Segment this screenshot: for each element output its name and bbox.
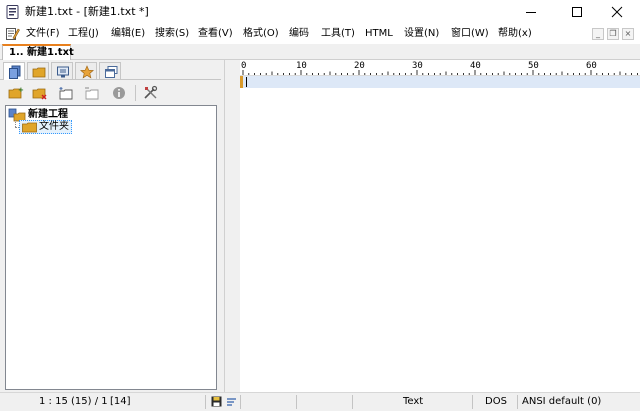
menu-search[interactable]: 搜索(S) [155,27,189,41]
project-tree[interactable]: 新建工程 文件夹 [5,105,217,390]
minimize-icon [526,12,536,13]
menu-settings[interactable]: 设置(N) [404,27,439,41]
menu-format[interactable]: 格式(O) [243,27,279,41]
document-pen-icon[interactable] [5,26,20,41]
project-pane: + 新建工程 文件夹 [0,60,221,392]
ruler-label: 0 [241,61,247,71]
folder-icon [22,122,37,133]
project-files-icon [9,65,21,79]
ruler-label: 60 [586,61,597,71]
text-caret [246,77,247,87]
add-file-button[interactable] [57,85,75,101]
menu-help[interactable]: 帮助(x) [498,27,532,41]
ruler-label: 10 [296,61,307,71]
folder-icon [32,67,46,78]
panel-tab-windows[interactable] [99,62,121,79]
column-ruler: 0 10 20 30 40 50 60 [240,60,640,76]
title-bar: 新建1.txt - [新建1.txt *] [0,0,640,24]
folder-outline-add-icon [59,87,73,100]
status-selection: [14] [110,396,131,407]
star-icon [80,65,94,79]
status-separator [240,395,241,409]
panel-tab-explorer[interactable] [51,62,73,79]
project-toolbar: + [0,81,221,105]
mdi-close-button[interactable]: × [622,28,634,40]
svg-text:+: + [18,86,24,94]
menu-encoding[interactable]: 编码 [289,27,309,41]
folder-outline-remove-icon [85,87,99,100]
menu-project[interactable]: 工程(J) [68,27,99,41]
tools-icon [144,85,158,99]
tree-folder-label: 文件夹 [39,121,69,132]
document-tab[interactable]: 1.. 新建1.txt [2,44,74,60]
panel-tab-bar [0,60,221,80]
status-encoding[interactable]: ANSI default (0) [522,396,601,408]
info-icon [113,87,125,99]
menu-bar: 文件(F) 工程(J) 编辑(E) 搜索(S) 查看(V) 格式(O) 编码 工… [0,24,640,44]
pane-splitter[interactable] [221,60,240,392]
menu-file[interactable]: 文件(F) [26,27,60,41]
document-tab-label: 1.. 新建1.txt [9,47,74,58]
document-tab-bar: 1.. 新建1.txt [0,44,640,60]
add-folder-button[interactable]: + [7,85,25,101]
close-icon [611,6,623,18]
text-editor[interactable]: 0 10 20 30 40 50 60 [240,60,640,392]
ruler-label: 30 [412,61,423,71]
tree-item-folder[interactable]: 文件夹 [19,120,72,134]
ruler-label: 40 [470,61,481,71]
status-line-ending[interactable]: DOS [485,396,507,408]
current-line-highlight [240,76,640,88]
ruler-label: 50 [528,61,539,71]
mdi-minimize-button[interactable]: _ [592,28,604,40]
properties-button[interactable] [110,85,128,101]
minimize-button[interactable] [508,0,554,24]
splitter-line [224,60,225,392]
app-icon[interactable] [6,5,19,19]
panel-tab-folder[interactable] [27,62,49,79]
menu-html[interactable]: HTML [365,27,393,41]
status-separator [205,395,206,409]
ruler-label: 20 [354,61,365,71]
tree-connector [15,120,16,127]
maximize-icon [572,7,582,17]
status-bar: 1 : 15 (15) / 1 [14] Text DOS ANSI defau… [0,392,640,411]
mdi-restore-button[interactable]: ❐ [607,28,619,40]
menu-edit[interactable]: 编辑(E) [111,27,145,41]
save-icon[interactable] [211,396,222,407]
word-wrap-icon[interactable] [226,396,237,407]
windows-icon [105,66,118,78]
status-cursor-position: 1 : 15 (15) / 1 [39,396,108,407]
remove-file-button[interactable] [83,85,101,101]
status-separator [472,395,473,409]
monitor-icon [57,66,69,78]
status-file-type[interactable]: Text [403,396,423,408]
project-settings-button[interactable] [142,85,160,101]
window-title: 新建1.txt - [新建1.txt *] [25,5,149,18]
remove-folder-button[interactable] [31,85,49,101]
status-separator [352,395,353,409]
close-button[interactable] [594,0,640,24]
menu-window[interactable]: 窗口(W) [451,27,489,41]
menu-view[interactable]: 查看(V) [198,27,233,41]
folder-remove-icon [32,88,47,100]
status-separator [517,395,518,409]
line-marker [240,76,243,88]
toolbar-separator [135,85,136,101]
status-separator [296,395,297,409]
menu-tools[interactable]: 工具(T) [321,27,355,41]
panel-tab-favorites[interactable] [75,62,97,79]
panel-tab-project[interactable] [3,62,25,80]
folder-add-icon: + [8,86,24,99]
